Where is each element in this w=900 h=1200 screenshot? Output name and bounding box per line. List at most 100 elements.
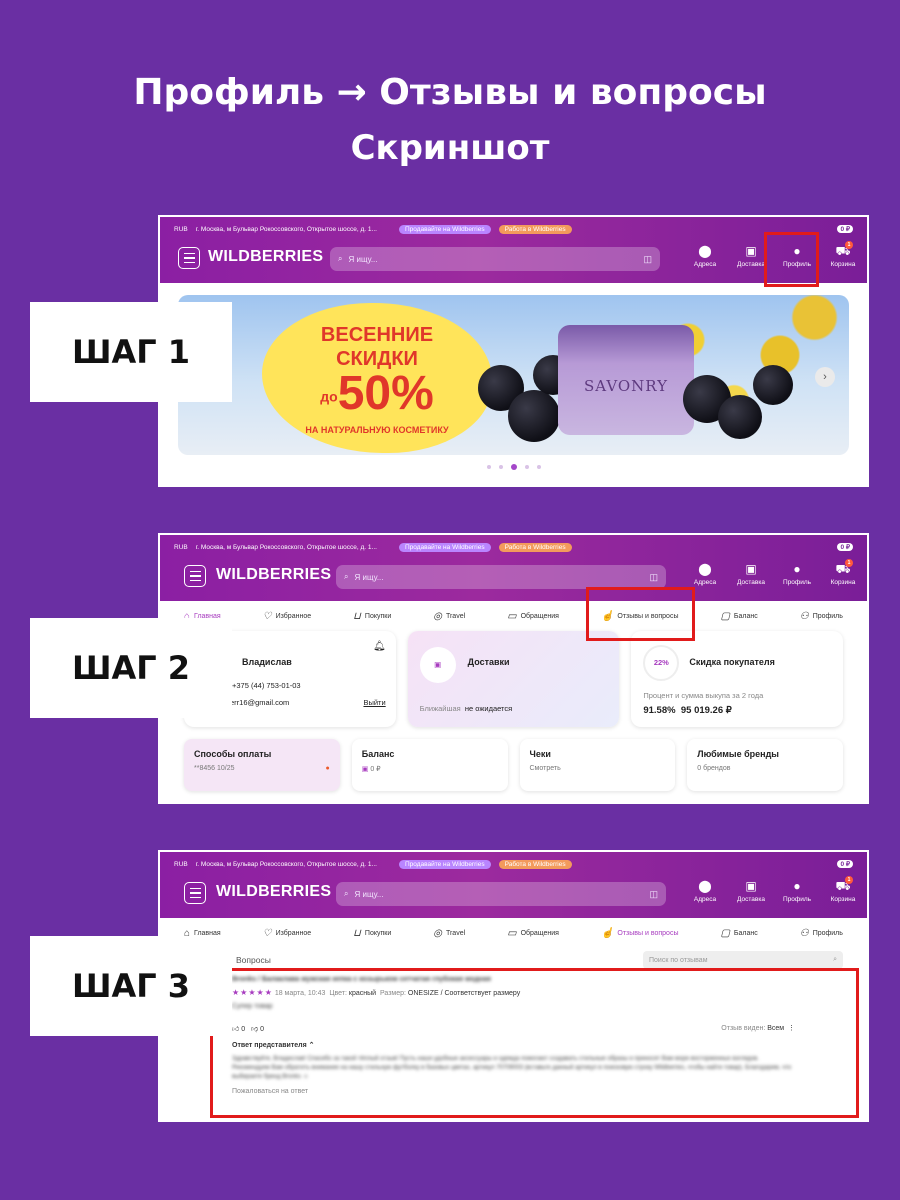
chat-icon: ▭ <box>507 610 517 622</box>
sell-pill[interactable]: Продавайте на Wildberries <box>398 542 491 552</box>
currency-selector[interactable]: RUB <box>174 544 188 551</box>
sell-pill[interactable]: Продавайте на Wildberries <box>398 224 491 234</box>
user-name: Владислав <box>242 657 292 667</box>
highlight-reviews-tab <box>586 587 695 641</box>
menu-button[interactable] <box>178 247 200 269</box>
carousel-dots[interactable] <box>160 464 867 470</box>
tab-purchases[interactable]: ⊔ Покупки <box>353 611 391 622</box>
carousel-dot-active[interactable] <box>510 464 517 470</box>
search-input[interactable]: ⌕ Я ищу... ◫ <box>330 247 660 271</box>
banner-next-button[interactable]: › <box>815 367 835 387</box>
location-pin-icon: ⬤ <box>698 879 712 893</box>
carousel-dot[interactable] <box>498 465 503 469</box>
work-pill[interactable]: Работа в Wildberries <box>498 859 572 869</box>
address-line[interactable]: г. Москва, м Бульвар Рокоссовского, Откр… <box>196 226 377 233</box>
tab-favorites[interactable]: ♡ Избранное <box>263 611 311 622</box>
logo[interactable]: WILDBERRIES <box>216 566 331 584</box>
thumbs-up-icon: ☝ <box>600 927 614 939</box>
wallet-icon: ▢ <box>720 610 730 622</box>
logo[interactable]: WILDBERRIES <box>208 248 323 266</box>
search-icon: ⌕ <box>344 572 349 581</box>
nav-cart[interactable]: ⛟ 1 Корзина <box>827 241 859 268</box>
step-2-label: ШАГ 2 <box>30 618 232 718</box>
menu-button[interactable] <box>184 565 206 587</box>
nav-address[interactable]: ⬤ Адреса <box>689 245 721 268</box>
page-subtitle: Скриншот <box>350 128 550 168</box>
balance-card[interactable]: Баланс ▣ 0 ₽ <box>351 739 508 791</box>
camera-icon[interactable]: ◫ <box>649 572 658 583</box>
nav-address[interactable]: ⬤ Адреса <box>689 880 721 903</box>
menu-button[interactable] <box>184 882 206 904</box>
camera-icon[interactable]: ◫ <box>643 254 652 265</box>
delivery-card[interactable]: ▣ Доставки Ближайшая не ожидается <box>407 631 620 727</box>
reviews-search-input[interactable]: Поиск по отзывам ⌕ <box>643 951 843 969</box>
blackberry-image <box>753 365 793 405</box>
logo[interactable]: WILDBERRIES <box>216 883 331 901</box>
profile-small-cards: Способы оплаты **8456 10/25 ● Баланс ▣ 0 ₽ … <box>160 727 867 791</box>
bag-icon: ⊔ <box>353 927 361 939</box>
tab-balance[interactable]: ▢ Баланс <box>720 611 757 622</box>
tab-travel[interactable]: ◎ Travel <box>433 611 465 622</box>
nav-cart[interactable]: ⛟ 1 Корзина <box>827 559 859 586</box>
receipts-card[interactable]: Чеки Смотреть <box>519 739 676 791</box>
cart-badge: 1 <box>845 876 853 884</box>
search-icon: ⌕ <box>833 956 837 963</box>
questions-tab[interactable]: Вопросы <box>236 955 271 965</box>
promo-banner[interactable]: ВЕСЕННИЕ СКИДКИ до50% НА НАТУРАЛЬНУЮ КОСМ… <box>178 295 849 455</box>
balance-badge[interactable]: 0 ₽ <box>837 860 853 868</box>
nav-profile[interactable]: ● Профиль <box>781 880 813 903</box>
wallet-icon: ▣ <box>361 766 369 773</box>
balance-badge[interactable]: 0 ₽ <box>837 543 853 551</box>
search-input[interactable]: ⌕ Я ищу... ◫ <box>336 882 666 906</box>
nav-delivery[interactable]: ▣ Доставка <box>735 245 767 268</box>
heart-icon: ♡ <box>262 927 272 939</box>
tab-favorites[interactable]: ♡ Избранное <box>263 928 311 939</box>
payment-methods-card[interactable]: Способы оплаты **8456 10/25 ● <box>184 739 340 791</box>
address-line[interactable]: г. Москва, м Бульвар Рокоссовского, Откр… <box>196 861 377 868</box>
tab-profile[interactable]: ⚇ Профиль <box>800 611 843 622</box>
carousel-dot[interactable] <box>536 465 541 469</box>
search-icon: ⌕ <box>338 254 343 263</box>
user-icon: ⚇ <box>799 927 809 939</box>
currency-selector[interactable]: RUB <box>174 226 188 233</box>
box-icon: ▣ <box>745 244 757 258</box>
tab-travel[interactable]: ◎ Travel <box>433 928 465 939</box>
camera-icon[interactable]: ◫ <box>649 889 658 900</box>
brands-card[interactable]: Любимые бренды 0 брендов <box>687 739 843 791</box>
box-icon: ▣ <box>745 562 757 576</box>
tab-reviews[interactable]: ☝ Отзывы и вопросы <box>601 928 679 939</box>
nav-address[interactable]: ⬤ Адреса <box>689 563 721 586</box>
tab-appeals[interactable]: ▭ Обращения <box>507 611 559 622</box>
work-pill[interactable]: Работа в Wildberries <box>498 224 572 234</box>
bag-icon: ⊔ <box>353 610 361 622</box>
nav-delivery[interactable]: ▣ Доставка <box>735 880 767 903</box>
work-pill[interactable]: Работа в Wildberries <box>498 542 572 552</box>
tab-appeals[interactable]: ▭ Обращения <box>507 928 559 939</box>
header-nav: ⬤ Адреса ▣ Доставка ● Профиль ⛟ 1 Корзина <box>689 559 859 586</box>
search-icon: ⌕ <box>344 889 349 898</box>
nav-delivery[interactable]: ▣ Доставка <box>735 563 767 586</box>
carousel-dot[interactable] <box>524 465 529 469</box>
user-email: err16@gmail.com <box>230 698 290 707</box>
nav-cart[interactable]: ⛟ 1 Корзина <box>827 876 859 903</box>
location-pin-icon: ⬤ <box>698 562 712 576</box>
discount-card[interactable]: 22% Скидка покупателя Процент и сумма вы… <box>631 631 844 727</box>
header-nav: ⬤ Адреса ▣ Доставка ● Профиль ⛟ 1 Корзина <box>689 876 859 903</box>
page-title: Профиль → Отзывы и вопросы <box>133 72 767 113</box>
blackberry-image <box>508 390 560 442</box>
tab-purchases[interactable]: ⊔ Покупки <box>353 928 391 939</box>
tab-profile[interactable]: ⚇ Профиль <box>800 928 843 939</box>
search-input[interactable]: ⌕ Я ищу... ◫ <box>336 565 666 589</box>
bell-icon[interactable]: 🔔︎ <box>373 641 386 652</box>
globe-icon: ◎ <box>433 610 442 622</box>
nav-profile[interactable]: ● Профиль <box>781 563 813 586</box>
user-icon: ⚇ <box>799 610 809 622</box>
sell-pill[interactable]: Продавайте на Wildberries <box>398 859 491 869</box>
carousel-dot[interactable] <box>486 465 491 469</box>
balance-badge[interactable]: 0 ₽ <box>837 225 853 233</box>
tab-balance[interactable]: ▢ Баланс <box>720 928 757 939</box>
address-line[interactable]: г. Москва, м Бульвар Рокоссовского, Откр… <box>196 544 377 551</box>
currency-selector[interactable]: RUB <box>174 861 188 868</box>
logout-link[interactable]: Выйти <box>363 698 385 707</box>
profile-cards: 🔔︎ Владислав +375 (44) 753-01-03 err16@g… <box>160 631 867 727</box>
